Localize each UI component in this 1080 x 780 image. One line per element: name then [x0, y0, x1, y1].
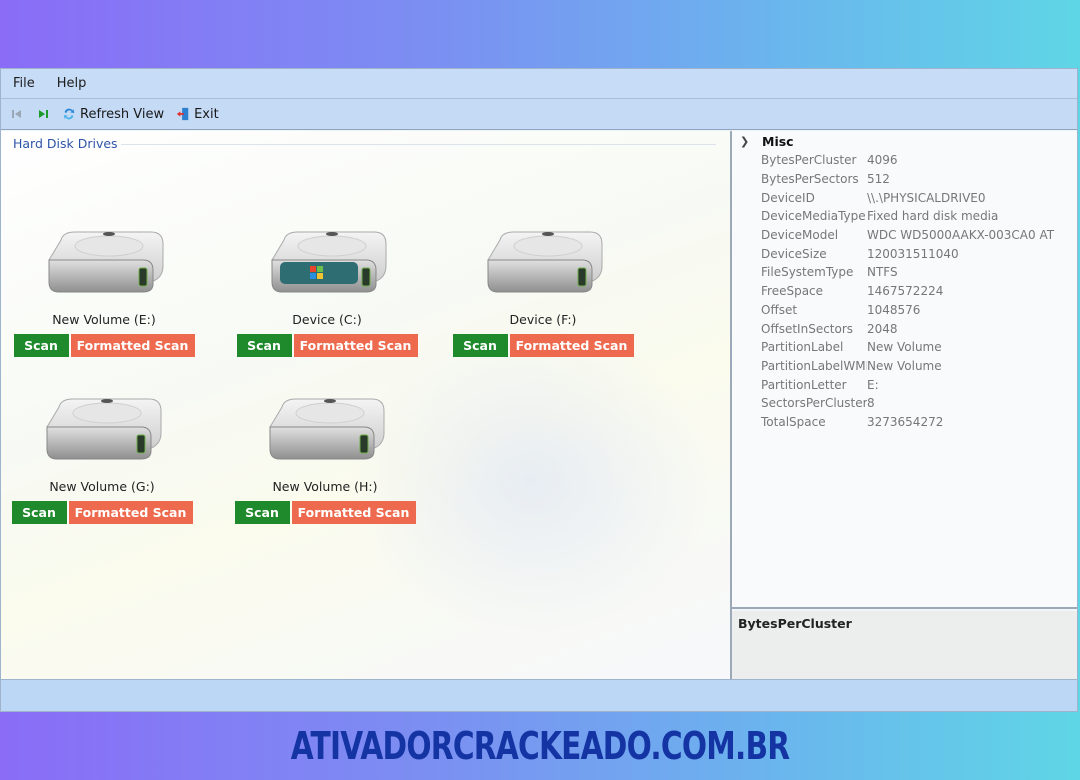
property-name: TotalSpace — [761, 414, 826, 429]
property-row[interactable]: Offset 1048576 — [732, 301, 1077, 320]
refresh-icon — [62, 107, 76, 121]
drive-item[interactable]: Device (C:) Scan Formatted Scan — [232, 226, 422, 357]
property-value: Fixed hard disk media — [867, 209, 999, 224]
hard-drive-icon — [269, 398, 385, 460]
property-value: 3273654272 — [867, 414, 944, 429]
property-row[interactable]: DeviceModel WDC WD5000AAKX-003CA0 AT — [732, 226, 1077, 245]
scan-button[interactable]: Scan — [236, 334, 292, 357]
hard-drive-icon — [48, 231, 164, 293]
property-row[interactable]: DeviceMediaType Fixed hard disk media — [732, 207, 1077, 226]
skip-last-icon — [36, 107, 50, 121]
formatted-scan-button[interactable]: Formatted Scan — [68, 501, 193, 524]
properties-panel: ❯ Misc BytesPerCluster 4096 BytesPerSector… — [732, 131, 1077, 681]
drive-item[interactable]: New Volume (H:) Scan Formatted Scan — [230, 393, 420, 524]
category-label: Misc — [762, 133, 794, 149]
formatted-scan-button[interactable]: Formatted Scan — [293, 334, 418, 357]
property-row[interactable]: BytesPerSectors 512 — [732, 170, 1077, 189]
property-name: FileSystemType — [761, 265, 854, 280]
status-bar — [1, 679, 1077, 711]
property-value: New Volume — [867, 340, 942, 355]
first-button[interactable] — [7, 105, 27, 123]
toolbar: Refresh View Exit — [1, 99, 1077, 130]
hard-drive-icon — [46, 398, 162, 460]
scan-button[interactable]: Scan — [11, 501, 67, 524]
property-name: PartitionLabel — [761, 340, 844, 355]
property-row[interactable]: FileSystemType NTFS — [732, 263, 1077, 282]
drive-item[interactable]: New Volume (G:) Scan Formatted Scan — [7, 393, 197, 524]
property-value: 8 — [867, 396, 875, 411]
property-value: 512 — [867, 172, 890, 187]
menu-bar: File Help — [1, 69, 1077, 99]
formatted-scan-button[interactable]: Formatted Scan — [509, 334, 634, 357]
exit-button[interactable]: Exit — [173, 105, 222, 124]
property-row[interactable]: PartitionLabel New Volume — [732, 338, 1077, 357]
menu-help[interactable]: Help — [57, 76, 87, 91]
property-name: DeviceModel — [761, 228, 839, 243]
drive-label: New Volume (E:) — [52, 312, 156, 327]
drive-label: Device (F:) — [509, 312, 577, 327]
property-name: DeviceSize — [761, 246, 827, 261]
skip-first-icon — [10, 107, 24, 121]
property-value: NTFS — [867, 265, 898, 280]
property-row[interactable]: SectorsPerCluster 8 — [732, 394, 1077, 413]
description-title: BytesPerCluster — [738, 616, 852, 631]
drive-label: Device (C:) — [292, 312, 362, 327]
property-value: E: — [867, 377, 879, 392]
last-button[interactable] — [33, 105, 53, 123]
exit-door-icon — [176, 107, 190, 121]
drive-label: New Volume (H:) — [272, 479, 378, 494]
property-name: FreeSpace — [761, 284, 824, 299]
drive-item[interactable]: Device (F:) Scan Formatted Scan — [448, 226, 638, 357]
property-value: New Volume — [867, 358, 942, 373]
property-row[interactable]: DeviceSize 120031511040 — [732, 244, 1077, 263]
property-value: 2048 — [867, 321, 898, 336]
property-row[interactable]: FreeSpace 1467572224 — [732, 282, 1077, 301]
refresh-view-label: Refresh View — [80, 106, 165, 122]
property-row[interactable]: BytesPerCluster 4096 — [732, 151, 1077, 170]
property-name: SectorsPerCluster — [761, 396, 867, 411]
property-value: \\.\PHYSICALDRIVE0 — [867, 190, 986, 205]
property-value: 1467572224 — [867, 284, 944, 299]
property-value: WDC WD5000AAKX-003CA0 AT — [867, 228, 1055, 243]
property-row[interactable]: DeviceID \\.\PHYSICALDRIVE0 — [732, 188, 1077, 207]
property-row[interactable]: PartitionLabelWMI New Volume — [732, 357, 1077, 376]
property-name: PartitionLetter — [761, 377, 847, 392]
hard-drive-icon — [271, 231, 387, 293]
property-name: OffsetInSectors — [761, 321, 854, 336]
property-value: 4096 — [867, 153, 898, 168]
drive-label: New Volume (G:) — [49, 479, 155, 494]
drive-item[interactable]: New Volume (E:) Scan Formatted Scan — [9, 226, 199, 357]
property-name: BytesPerSectors — [761, 172, 859, 187]
exit-label: Exit — [194, 106, 219, 122]
property-name: BytesPerCluster — [761, 153, 857, 168]
property-name: PartitionLabelWMI — [761, 358, 867, 373]
hard-disk-drives-title: Hard Disk Drives — [13, 136, 118, 151]
chevron-down-icon[interactable]: ❯ — [740, 135, 762, 148]
scan-button[interactable]: Scan — [452, 334, 508, 357]
property-name: DeviceMediaType — [761, 209, 866, 224]
property-row[interactable]: OffsetInSectors 2048 — [732, 319, 1077, 338]
app-window: File Help Refresh View Exit Hard Disk Dr… — [0, 68, 1078, 712]
formatted-scan-button[interactable]: Formatted Scan — [70, 334, 195, 357]
property-name: Offset — [761, 302, 798, 317]
group-divider — [121, 144, 716, 145]
refresh-view-button[interactable]: Refresh View — [59, 105, 167, 124]
scan-button[interactable]: Scan — [13, 334, 69, 357]
description-pane: BytesPerCluster — [732, 611, 1077, 681]
menu-file[interactable]: File — [13, 76, 35, 91]
property-value: 120031511040 — [867, 246, 959, 261]
drives-panel: Hard Disk Drives New Volume (E:) Scan Fo… — [1, 131, 732, 681]
category-misc[interactable]: ❯ Misc — [732, 131, 1077, 151]
property-value: 1048576 — [867, 302, 921, 317]
property-row[interactable]: PartitionLetter E: — [732, 375, 1077, 394]
property-row[interactable]: TotalSpace 3273654272 — [732, 413, 1077, 432]
hard-drive-icon — [487, 231, 603, 293]
watermark-text: ATIVADORCRACKEADO.COM.BR — [290, 724, 790, 768]
property-name: DeviceID — [761, 190, 815, 205]
property-grid[interactable]: ❯ Misc BytesPerCluster 4096 BytesPerSector… — [732, 131, 1077, 609]
scan-button[interactable]: Scan — [234, 501, 290, 524]
main-area: Hard Disk Drives New Volume (E:) Scan Fo… — [1, 131, 1077, 681]
formatted-scan-button[interactable]: Formatted Scan — [291, 501, 416, 524]
